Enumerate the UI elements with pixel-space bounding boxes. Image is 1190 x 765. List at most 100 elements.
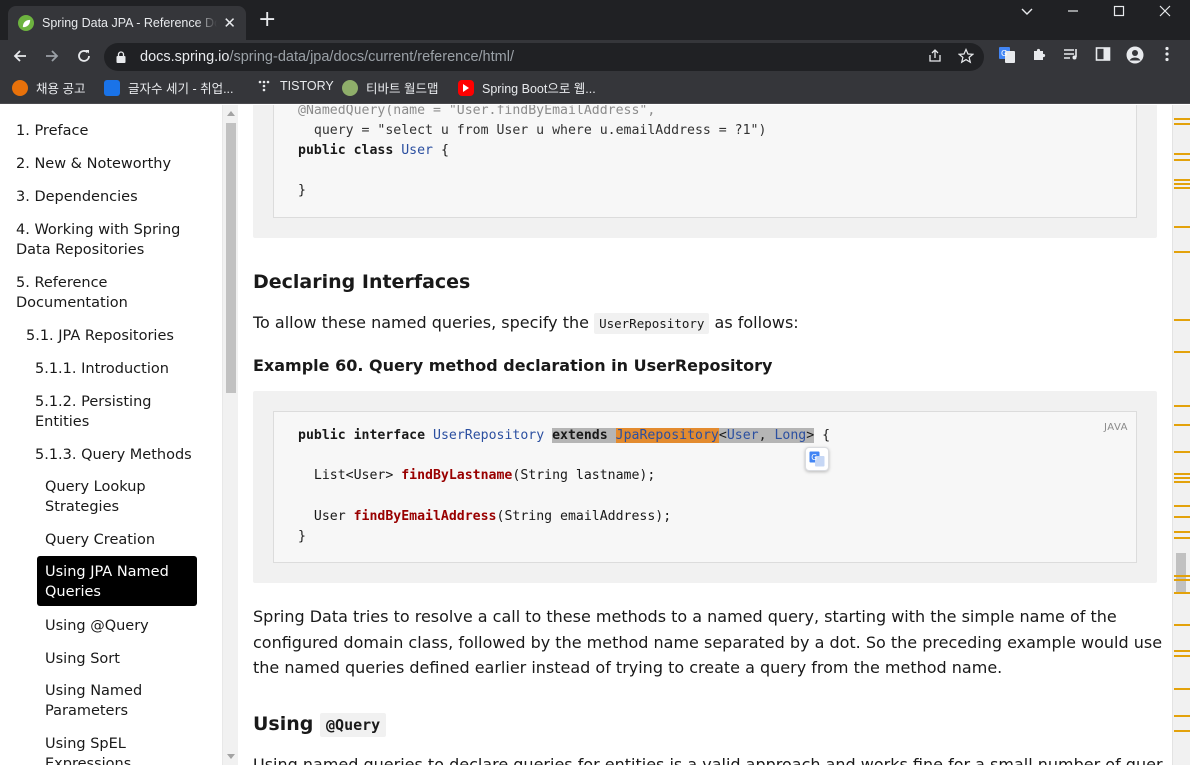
toc-item-using-spel[interactable]: Using SpEL Expressions <box>45 734 131 765</box>
bookmark-item[interactable]: 글자수 세기 - 취업... <box>104 78 234 97</box>
search-match-marker <box>1174 505 1190 507</box>
tab-title: Spring Data JPA - Reference Documentatio… <box>42 16 217 30</box>
back-icon[interactable] <box>8 44 32 68</box>
search-match-marker <box>1174 655 1190 657</box>
search-match-marker <box>1174 405 1190 407</box>
search-match-marker <box>1174 473 1190 475</box>
paragraph-using-named-queries: Using named queries to declare queries f… <box>253 755 1163 765</box>
search-match-marker <box>1174 183 1190 185</box>
code-line: User findByEmailAddress(String emailAddr… <box>298 509 672 524</box>
code-line: query = "select u from User u where u.em… <box>298 123 767 138</box>
search-match-marker <box>1174 477 1190 479</box>
search-match-marker <box>1174 251 1190 253</box>
side-panel-icon[interactable] <box>1093 46 1113 66</box>
extensions-puzzle-icon[interactable] <box>1029 46 1049 66</box>
address-bar[interactable]: docs.spring.io/spring-data/jpa/docs/curr… <box>104 43 984 71</box>
reload-icon[interactable] <box>72 44 96 68</box>
orange-circle-icon <box>12 79 28 96</box>
new-tab-button[interactable]: + <box>258 9 276 31</box>
search-match-marker <box>1174 187 1190 189</box>
main-content: @NamedQuery(name = "User.findByEmailAddr… <box>238 105 1172 765</box>
media-control-icon[interactable] <box>1061 46 1081 66</box>
browser-chrome: Spring Data JPA - Reference Documentatio… <box>0 0 1190 104</box>
bookmark-item[interactable]: Spring Boot으로 웹... <box>458 78 596 97</box>
toc-item-working-with-repositories[interactable]: 4. Working with Spring Data Repositories <box>16 220 180 260</box>
main-scroll-thumb[interactable] <box>1176 553 1186 593</box>
bookmark-item[interactable]: TISTORY <box>256 78 334 94</box>
toc-item-using-jpa-named-queries[interactable]: Using JPA Named Queries <box>37 556 197 606</box>
lock-icon <box>116 51 126 63</box>
code-line: } <box>298 183 306 198</box>
toc-item-using-sort[interactable]: Using Sort <box>45 649 120 669</box>
bookmark-star-icon[interactable] <box>957 48 975 66</box>
share-icon[interactable] <box>926 48 944 66</box>
url-text: docs.spring.io/spring-data/jpa/docs/curr… <box>140 49 514 65</box>
code-line: List<User> findByLastname(String lastnam… <box>298 468 656 483</box>
sidebar-scrollbar[interactable] <box>222 105 238 765</box>
search-match-marker <box>1174 118 1190 120</box>
browser-tab[interactable]: Spring Data JPA - Reference Documentatio… <box>8 6 246 40</box>
search-match-marker <box>1174 592 1190 594</box>
sidebar-scroll-thumb[interactable] <box>226 123 236 393</box>
toc-item-query-creation[interactable]: Query Creation <box>45 530 155 550</box>
toc-item-reference-documentation[interactable]: 5. Reference Documentation <box>16 273 128 313</box>
toc-item-dependencies[interactable]: 3. Dependencies <box>16 187 138 207</box>
scroll-up-arrow-icon[interactable] <box>227 111 235 116</box>
toc-item-persisting-entities[interactable]: 5.1.2. Persisting Entities <box>35 392 151 432</box>
svg-text:G: G <box>811 453 817 462</box>
more-menu-icon[interactable] <box>1157 46 1177 66</box>
toc-item-introduction[interactable]: 5.1.1. Introduction <box>35 359 169 379</box>
search-match-marker <box>1174 715 1190 717</box>
search-match-marker <box>1174 451 1190 453</box>
search-match-marker <box>1174 159 1190 161</box>
search-match-marker <box>1174 624 1190 626</box>
profile-avatar-icon[interactable] <box>1125 46 1145 66</box>
globe-icon <box>342 79 358 96</box>
search-match-marker <box>1174 516 1190 518</box>
bookmarks-bar: 채용 공고 글자수 세기 - 취업... TISTORY 티바트 월드맵 Spr… <box>0 72 1190 104</box>
search-match-marker <box>1174 319 1190 321</box>
code-block-named-query: @NamedQuery(name = "User.findByEmailAddr… <box>253 105 1157 238</box>
bookmark-item[interactable]: 채용 공고 <box>12 78 85 97</box>
toc-item-using-query[interactable]: Using @Query <box>45 616 149 636</box>
search-match-marker <box>1174 351 1190 353</box>
search-match-marker <box>1174 424 1190 426</box>
tab-search-chevron-icon[interactable] <box>1004 0 1050 26</box>
scroll-down-arrow-icon[interactable] <box>227 754 235 759</box>
close-tab-icon[interactable]: ✕ <box>223 14 236 32</box>
heading-using-query: Using @Query <box>253 713 387 737</box>
toc-item-query-methods[interactable]: 5.1.3. Query Methods <box>35 445 192 465</box>
bookmark-item[interactable]: 티바트 월드맵 <box>342 78 438 97</box>
example-title: Example 60. Query method declaration in … <box>253 356 773 375</box>
toc-item-using-named-parameters[interactable]: Using Named Parameters <box>45 681 142 721</box>
toc-item-query-lookup-strategies[interactable]: Query Lookup Strategies <box>45 477 146 517</box>
search-match-marker <box>1174 650 1190 652</box>
maximize-icon[interactable] <box>1096 0 1142 26</box>
main-scrollbar[interactable] <box>1172 105 1190 765</box>
search-match-marker <box>1174 575 1190 577</box>
search-match-marker <box>1174 481 1190 483</box>
search-match-marker <box>1174 123 1190 125</box>
search-match-marker <box>1174 730 1190 732</box>
code-line: @NamedQuery(name = "User.findByEmailAddr… <box>298 105 656 118</box>
spring-leaf-icon <box>18 15 34 31</box>
search-match-marker <box>1174 688 1190 690</box>
close-window-icon[interactable] <box>1142 0 1188 26</box>
paragraph-allow-named-queries: To allow these named queries, specify th… <box>253 313 799 334</box>
toc-item-preface[interactable]: 1. Preface <box>16 121 88 141</box>
minimize-icon[interactable] <box>1050 0 1096 26</box>
search-match-marker <box>1174 179 1190 181</box>
browser-toolbar: docs.spring.io/spring-data/jpa/docs/curr… <box>0 40 1190 72</box>
toc-item-new-noteworthy[interactable]: 2. New & Noteworthy <box>16 154 171 174</box>
heading-declaring-interfaces: Declaring Interfaces <box>253 271 471 293</box>
search-match-marker <box>1174 579 1190 581</box>
toc-item-jpa-repositories[interactable]: 5.1. JPA Repositories <box>26 326 174 346</box>
google-translate-icon[interactable]: G <box>997 46 1017 66</box>
code-line: public interface UserRepository extends … <box>298 428 831 443</box>
code-language-label: JAVA <box>1103 422 1128 433</box>
translate-popup-icon[interactable]: G <box>805 447 829 471</box>
youtube-icon <box>458 79 474 96</box>
search-match-marker <box>1174 537 1190 539</box>
tistory-dots-icon <box>256 78 272 94</box>
forward-icon[interactable] <box>40 44 64 68</box>
